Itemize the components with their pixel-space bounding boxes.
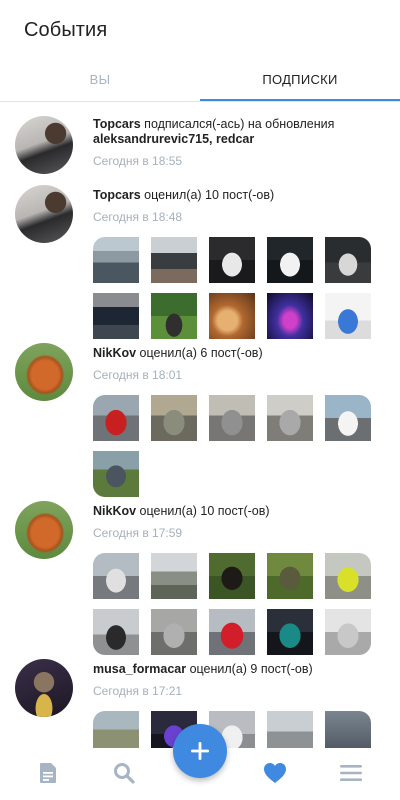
news-icon <box>40 763 56 783</box>
car-photo-thumb[interactable] <box>325 293 371 339</box>
car-photo-thumb[interactable] <box>325 395 371 441</box>
avatar[interactable] <box>15 501 73 559</box>
event-time: Сегодня в 18:01 <box>93 368 183 382</box>
car-photo-thumb[interactable] <box>267 609 313 655</box>
car-photo-thumb[interactable] <box>267 237 313 283</box>
heart-icon <box>264 763 286 783</box>
event-item[interactable]: NikKov оценил(а) 10 пост(-ов) Сегодня в … <box>0 501 400 659</box>
menu-icon <box>340 765 362 781</box>
event-text: Topcars подписался(-ась) на обновления a… <box>93 116 386 147</box>
car-photo-thumb[interactable] <box>209 553 255 599</box>
car-photo-thumb[interactable] <box>209 293 255 339</box>
avatar[interactable] <box>15 343 73 401</box>
car-photo-thumb[interactable] <box>267 711 313 748</box>
events-feed[interactable]: Topcars подписался(-ась) на обновления a… <box>0 102 400 748</box>
event-username[interactable]: Topcars <box>93 117 141 131</box>
add-post-button[interactable] <box>173 724 227 778</box>
thumb-grid <box>93 395 386 497</box>
car-photo-thumb[interactable] <box>209 237 255 283</box>
event-time: Сегодня в 18:55 <box>93 154 183 168</box>
event-item[interactable]: NikKov оценил(а) 6 пост(-ов) Сегодня в 1… <box>0 343 400 501</box>
nav-likes[interactable] <box>262 760 288 786</box>
car-photo-thumb[interactable] <box>267 395 313 441</box>
page-title: События <box>24 19 108 41</box>
event-action: оценил(а) 10 пост(-ов) <box>140 188 275 202</box>
event-time: Сегодня в 18:48 <box>93 210 183 224</box>
car-photo-thumb[interactable] <box>325 609 371 655</box>
event-targets[interactable]: aleksandrurevic715, redcar <box>93 132 254 146</box>
thumb-grid <box>93 237 386 339</box>
car-photo-thumb[interactable] <box>151 553 197 599</box>
event-text: NikKov оценил(а) 10 пост(-ов) <box>93 501 386 519</box>
car-photo-thumb[interactable] <box>93 395 139 441</box>
car-photo-thumb[interactable] <box>151 293 197 339</box>
nav-menu[interactable] <box>338 760 364 786</box>
car-photo-thumb[interactable] <box>151 609 197 655</box>
tabs: ВЫ ПОДПИСКИ <box>0 60 400 102</box>
event-text: musa_formacar оценил(а) 9 пост(-ов) <box>93 659 386 677</box>
car-photo-thumb[interactable] <box>93 553 139 599</box>
car-photo-thumb[interactable] <box>209 609 255 655</box>
car-photo-thumb[interactable] <box>267 553 313 599</box>
tab-subscriptions[interactable]: ПОДПИСКИ <box>200 60 400 101</box>
car-photo-thumb[interactable] <box>325 711 371 748</box>
car-photo-thumb[interactable] <box>93 711 139 748</box>
plus-icon <box>191 742 209 760</box>
event-username[interactable]: NikKov <box>93 504 136 518</box>
event-action: оценил(а) 10 пост(-ов) <box>136 504 270 518</box>
car-photo-thumb[interactable] <box>151 395 197 441</box>
car-photo-thumb[interactable] <box>93 293 139 339</box>
car-photo-thumb[interactable] <box>325 237 371 283</box>
search-icon <box>114 763 135 784</box>
tab-you[interactable]: ВЫ <box>0 60 200 101</box>
nav-search[interactable] <box>111 760 137 786</box>
thumb-grid <box>93 711 386 748</box>
nav-news[interactable] <box>35 760 61 786</box>
event-action: оценил(а) 6 пост(-ов) <box>136 346 263 360</box>
event-text: Topcars оценил(а) 10 пост(-ов) <box>93 185 386 203</box>
event-time: Сегодня в 17:59 <box>93 526 183 540</box>
event-username[interactable]: NikKov <box>93 346 136 360</box>
avatar[interactable] <box>15 185 73 243</box>
thumb-grid <box>93 553 386 655</box>
avatar[interactable] <box>15 116 73 174</box>
event-action: оценил(а) 9 пост(-ов) <box>186 662 313 676</box>
event-item[interactable]: Topcars подписался(-ась) на обновления a… <box>0 116 400 185</box>
car-photo-thumb[interactable] <box>209 395 255 441</box>
event-item[interactable]: Topcars оценил(а) 10 пост(-ов) Сегодня в… <box>0 185 400 343</box>
car-photo-thumb[interactable] <box>93 451 139 497</box>
car-photo-thumb[interactable] <box>93 237 139 283</box>
header: События <box>0 0 400 60</box>
event-text: NikKov оценил(а) 6 пост(-ов) <box>93 343 386 361</box>
event-username[interactable]: Topcars <box>93 188 141 202</box>
car-photo-thumb[interactable] <box>93 609 139 655</box>
event-username[interactable]: musa_formacar <box>93 662 186 676</box>
event-action: подписался(-ась) на обновления <box>140 117 335 131</box>
car-photo-thumb[interactable] <box>151 237 197 283</box>
event-time: Сегодня в 17:21 <box>93 684 183 698</box>
avatar[interactable] <box>15 659 73 717</box>
car-photo-thumb[interactable] <box>325 553 371 599</box>
car-photo-thumb[interactable] <box>267 293 313 339</box>
